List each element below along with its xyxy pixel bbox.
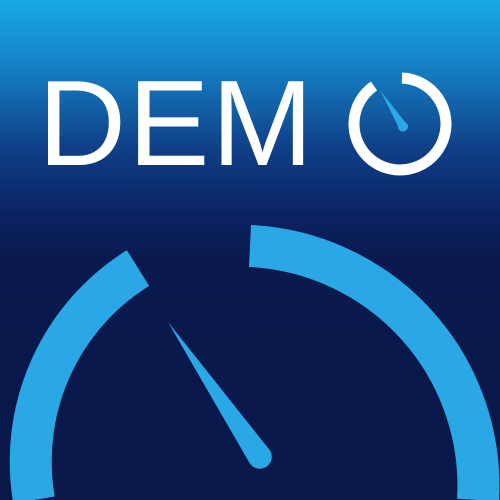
gauge-needle <box>168 322 272 469</box>
gauge-arc-left <box>9 250 150 500</box>
app-icon: DEMO <box>0 0 500 500</box>
speedometer-gauge-icon <box>9 225 500 500</box>
gauge-arc-right <box>248 225 500 500</box>
